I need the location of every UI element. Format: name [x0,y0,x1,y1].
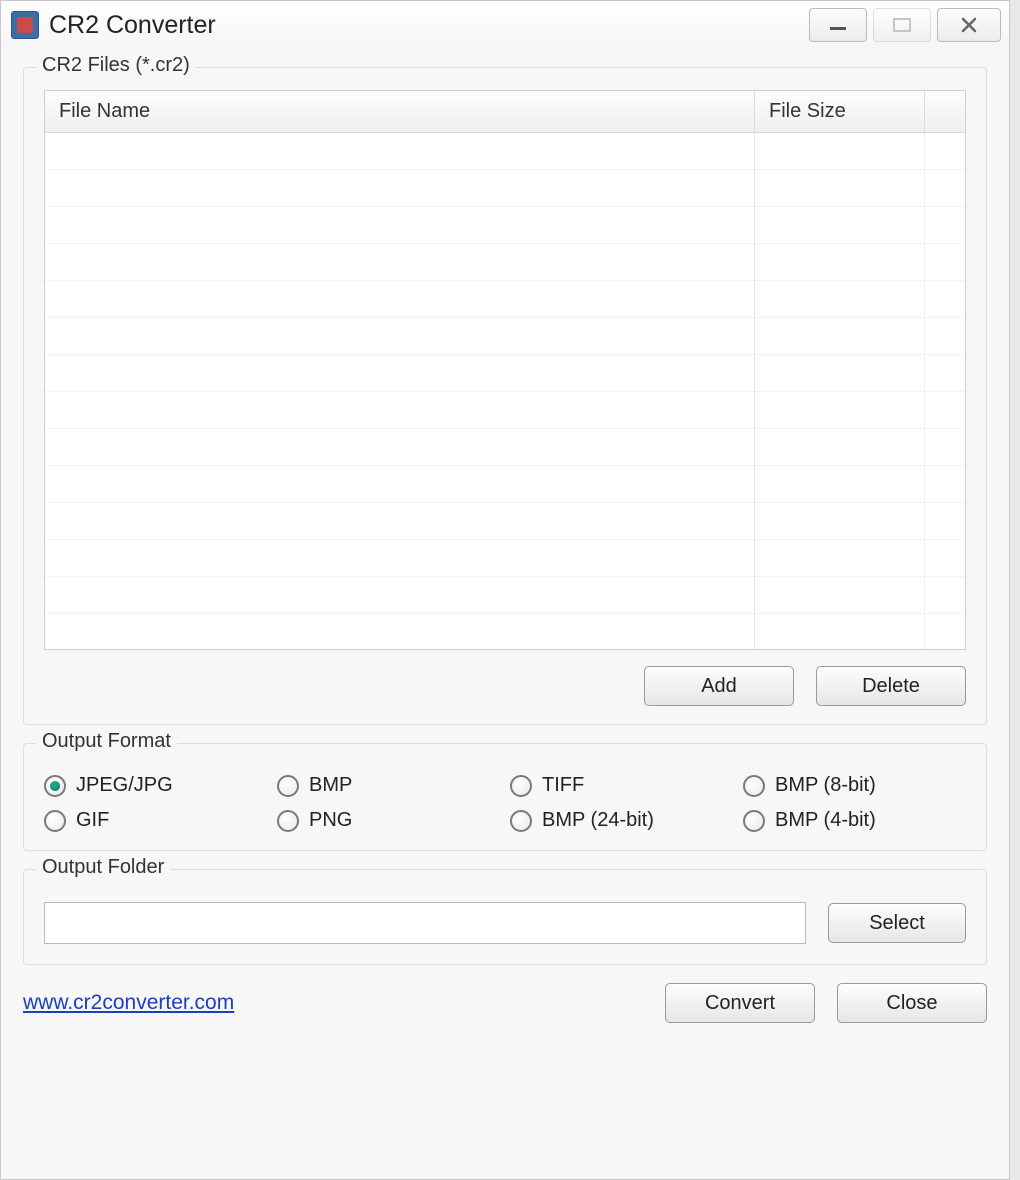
minimize-icon [828,19,848,31]
radio-icon [510,810,532,832]
output-format-group: Output Format JPEG/JPGBMPTIFFBMP (8-bit)… [23,743,987,851]
format-radio-bmp[interactable]: BMP [277,774,500,797]
column-header-end [925,91,965,132]
add-button[interactable]: Add [644,666,794,706]
output-folder-input[interactable] [44,902,806,944]
file-list[interactable]: File Name File Size [44,90,966,650]
format-radio-png[interactable]: PNG [277,809,500,832]
convert-button[interactable]: Convert [665,983,815,1023]
radio-icon [44,810,66,832]
app-window: CR2 Converter CR2 Files (*.cr2) File Nam… [0,0,1010,1180]
format-radio-bmp-8-bit-[interactable]: BMP (8-bit) [743,774,966,797]
format-radio-label: BMP [309,774,352,797]
close-button[interactable]: Close [837,983,987,1023]
format-radio-bmp-24-bit-[interactable]: BMP (24-bit) [510,809,733,832]
column-header-filesize[interactable]: File Size [755,91,925,132]
website-link[interactable]: www.cr2converter.com [23,991,234,1015]
files-group: CR2 Files (*.cr2) File Name File Size Ad… [23,67,987,725]
delete-button[interactable]: Delete [816,666,966,706]
titlebar[interactable]: CR2 Converter [1,1,1009,49]
format-radio-label: BMP (4-bit) [775,809,876,832]
format-radio-label: PNG [309,809,352,832]
format-radio-tiff[interactable]: TIFF [510,774,733,797]
window-title: CR2 Converter [49,11,216,40]
radio-icon [277,810,299,832]
output-folder-group: Output Folder Select [23,869,987,965]
format-options: JPEG/JPG BMP TIFF BMP (8-bit) GIF PNG BMP (24-… [44,774,966,832]
file-list-body[interactable] [45,133,965,649]
column-header-filename[interactable]: File Name [45,91,755,132]
maximize-button [873,8,931,42]
output-format-label: Output Format [36,730,177,753]
format-radio-label: TIFF [542,774,584,797]
format-radio-gif[interactable]: GIF [44,809,267,832]
files-group-label: CR2 Files (*.cr2) [36,54,196,77]
format-radio-bmp-4-bit-[interactable]: BMP (4-bit) [743,809,966,832]
output-folder-label: Output Folder [36,856,170,879]
app-icon [11,11,39,39]
format-radio-label: JPEG/JPG [76,774,173,797]
window-controls [809,8,1001,42]
radio-icon [743,810,765,832]
format-radio-label: GIF [76,809,109,832]
radio-icon [743,775,765,797]
client-area: CR2 Files (*.cr2) File Name File Size Ad… [1,49,1009,1179]
format-radio-label: BMP (8-bit) [775,774,876,797]
radio-icon [277,775,299,797]
select-folder-button[interactable]: Select [828,903,966,943]
radio-icon [510,775,532,797]
radio-icon [44,775,66,797]
minimize-button[interactable] [809,8,867,42]
format-radio-jpeg-jpg[interactable]: JPEG/JPG [44,774,267,797]
file-buttons: Add Delete [44,666,966,706]
footer-bar: www.cr2converter.com Convert Close [23,983,987,1023]
format-radio-label: BMP (24-bit) [542,809,654,832]
close-window-button[interactable] [937,8,1001,42]
close-icon [960,16,978,34]
file-list-header: File Name File Size [45,91,965,133]
maximize-icon [893,18,911,32]
